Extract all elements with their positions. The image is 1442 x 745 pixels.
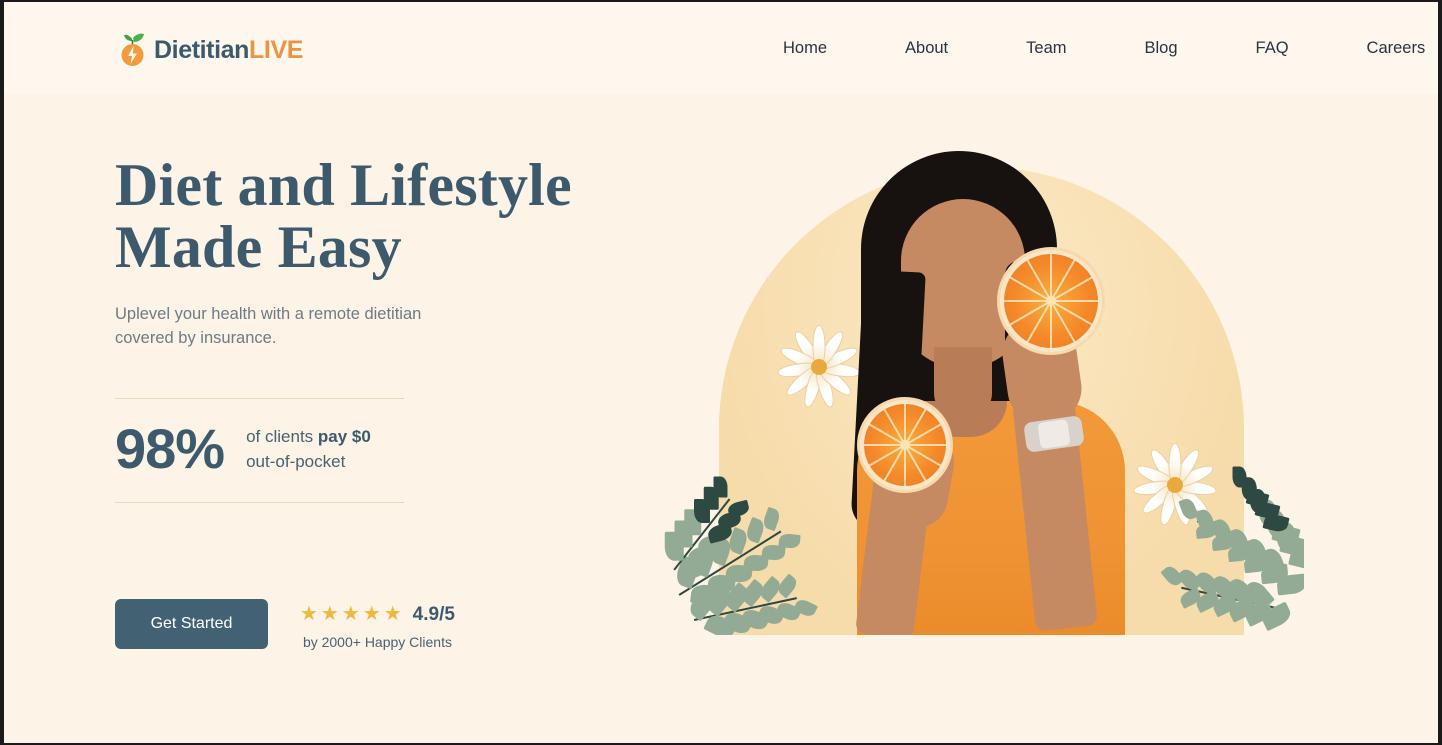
eucalyptus-leaf [1178, 497, 1199, 522]
nav-item-team[interactable]: Team [987, 40, 1105, 57]
page-title: Diet and Lifestyle Made Easy [115, 152, 572, 280]
stat-block: 98% of clients pay $0 out-of-pocket [115, 398, 585, 503]
hero-image [659, 129, 1304, 635]
orange-leaf-bolt-icon [118, 33, 148, 67]
page-root: DietitianLIVE Home About Team Blog FAQ C… [4, 2, 1438, 743]
stat-desc-highlight: pay $0 [317, 427, 371, 446]
stat-desc-suffix: out-of-pocket [246, 452, 346, 471]
orange-segment [904, 445, 906, 486]
person-figure [809, 151, 1169, 635]
eucalyptus-leaf [778, 533, 801, 550]
star-rating-icon: ★★★★★ [300, 603, 405, 625]
brand-name: DietitianLIVE [154, 35, 303, 64]
stat-number: 98% [115, 417, 225, 480]
site-header: DietitianLIVE Home About Team Blog FAQ C… [4, 2, 1438, 94]
rating-block: ★★★★★ 4.9/5 by 2000+ Happy Clients [300, 599, 455, 650]
stat-desc-prefix: of clients [246, 427, 318, 446]
orange-segment [864, 444, 905, 446]
stat-description: of clients pay $0 out-of-pocket [246, 424, 371, 474]
eucalyptus-leaf [1232, 466, 1247, 488]
nav-item-blog[interactable]: Blog [1106, 40, 1217, 57]
get-started-button[interactable]: Get Started [115, 599, 268, 649]
stat-row: 98% of clients pay $0 out-of-pocket [115, 399, 585, 502]
nav-item-faq[interactable]: FAQ [1217, 40, 1328, 57]
brand-logo[interactable]: DietitianLIVE [118, 32, 303, 68]
main-navigation: Home About Team Blog FAQ Careers [744, 2, 1438, 94]
rating-subtext: by 2000+ Happy Clients [302, 634, 452, 650]
divider-bottom [115, 502, 404, 503]
orange-segment [1051, 300, 1098, 302]
nav-item-about[interactable]: About [866, 40, 987, 57]
cta-row: Get Started ★★★★★ 4.9/5 by 2000+ Happy C… [115, 599, 455, 650]
rating-score: 4.9/5 [412, 603, 455, 625]
nav-item-careers[interactable]: Careers [1328, 40, 1438, 57]
hero-content: Diet and Lifestyle Made Easy Uplevel you… [115, 154, 585, 503]
orange-segment [1050, 301, 1052, 348]
orange-segment [1050, 254, 1052, 301]
nav-item-home[interactable]: Home [744, 40, 866, 57]
orange-segment [904, 404, 906, 445]
eucalyptus-leaf [713, 476, 728, 498]
rating-top: ★★★★★ 4.9/5 [300, 604, 455, 624]
hero-subtitle: Uplevel your health with a remote dietit… [115, 305, 422, 347]
eucalyptus-leaf [775, 573, 800, 599]
orange-slice-icon [857, 397, 953, 493]
orange-segment [1004, 300, 1051, 302]
orange-slice-icon [997, 247, 1105, 355]
hero-section: Diet and Lifestyle Made Easy Uplevel you… [4, 94, 1438, 743]
brand-name-secondary: LIVE [249, 35, 303, 64]
eucalyptus-leaf [761, 507, 782, 532]
eucalyptus-leaf [726, 499, 751, 519]
orange-segment [905, 444, 946, 446]
brand-name-primary: Dietitian [154, 35, 250, 64]
eucalyptus-leaf [743, 516, 766, 544]
